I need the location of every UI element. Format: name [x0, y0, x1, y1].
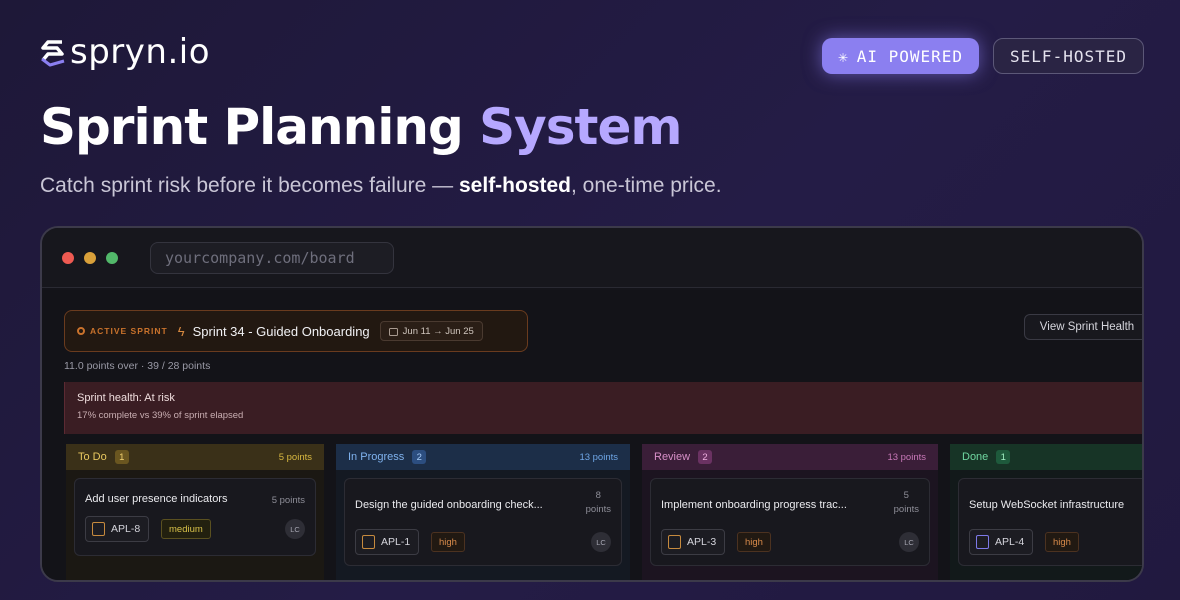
- task-card[interactable]: Design the guided onboarding check... 8 p…: [344, 478, 622, 566]
- story-icon: [362, 535, 375, 549]
- done-check-icon: [976, 535, 989, 549]
- health-title: Sprint health: At risk: [77, 392, 175, 404]
- maximize-dot-icon[interactable]: [106, 251, 118, 264]
- column-in-progress: In Progress 2 13 points Design the guide…: [336, 444, 630, 580]
- points-over-text: 11.0 points over · 39 / 28 points: [64, 360, 211, 372]
- active-sprint-label: ACTIVE SPRINT: [77, 326, 168, 336]
- column-count: 2: [412, 450, 427, 464]
- priority-badge: high: [431, 532, 465, 552]
- card-key[interactable]: APL-8: [85, 516, 150, 542]
- active-sprint-bar[interactable]: ACTIVE SPRINT ϟ Sprint 34 - Guided Onboa…: [64, 310, 528, 352]
- sprint-health-alert: Sprint health: At risk 17% complete vs 3…: [64, 382, 1142, 434]
- title-accent: System: [479, 98, 682, 156]
- column-header-done: Done 1: [950, 444, 1142, 470]
- minimize-dot-icon[interactable]: [84, 251, 96, 264]
- subtitle-bold: self-hosted: [459, 174, 572, 197]
- priority-badge: high: [737, 532, 771, 552]
- column-header-in-progress: In Progress 2 13 points: [336, 444, 630, 470]
- close-dot-icon[interactable]: [62, 251, 74, 264]
- page-title: Sprint Planning System: [40, 98, 682, 156]
- column-count: 1: [996, 450, 1011, 464]
- card-points-num: 8: [595, 490, 601, 501]
- column-todo: To Do 1 5 points Add user presence indic…: [66, 444, 324, 580]
- card-key[interactable]: APL-3: [661, 529, 726, 555]
- avatar[interactable]: LC: [591, 532, 611, 552]
- column-points: 13 points: [887, 451, 926, 463]
- column-title: In Progress: [348, 451, 405, 463]
- sprint-dates: Jun 11 → Jun 25: [379, 321, 483, 341]
- title-main: Sprint Planning: [40, 98, 464, 156]
- column-done: Done 1 Setup WebSocket infrastructure AP…: [950, 444, 1142, 580]
- column-points: 13 points: [579, 451, 618, 463]
- column-title: Done: [962, 451, 989, 463]
- avatar[interactable]: LC: [285, 519, 305, 539]
- card-points-num: 5: [903, 490, 909, 501]
- priority-badge: high: [1045, 532, 1079, 552]
- browser-window: yourcompany.com/board ACTIVE SPRINT ϟ Sp…: [40, 226, 1144, 582]
- subtitle-pre: Catch sprint risk before it becomes fail…: [40, 174, 459, 197]
- column-title: Review: [654, 451, 691, 463]
- board-app: ACTIVE SPRINT ϟ Sprint 34 - Guided Onboa…: [42, 290, 1142, 580]
- story-icon: [92, 522, 105, 536]
- card-title: Setup WebSocket infrastructure: [969, 499, 1125, 511]
- ai-powered-badge: ✳ AI POWERED: [822, 38, 980, 74]
- card-key-text: APL-3: [687, 536, 717, 548]
- card-title: Implement onboarding progress trac...: [661, 499, 847, 511]
- page-subtitle: Catch sprint risk before it becomes fail…: [40, 174, 722, 198]
- card-points-unit: points: [893, 504, 919, 515]
- card-key[interactable]: APL-1: [355, 529, 420, 555]
- column-header-review: Review 2 13 points: [642, 444, 938, 470]
- column-count: 1: [114, 450, 129, 464]
- card-points: 5 points: [894, 489, 919, 517]
- column-points: 5 points: [278, 451, 312, 463]
- ai-powered-label: AI POWERED: [856, 46, 964, 66]
- subtitle-post: , one-time price.: [571, 174, 722, 197]
- calendar-icon: [388, 327, 398, 336]
- header-badges: ✳ AI POWERED SELF-HOSTED: [822, 38, 1144, 74]
- task-card[interactable]: Add user presence indicators 5 points AP…: [74, 478, 316, 556]
- active-sprint-text: ACTIVE SPRINT: [90, 326, 168, 336]
- priority-badge: medium: [161, 519, 211, 539]
- spryn-logo-icon: [41, 40, 65, 67]
- brand-name: spryn.io: [70, 32, 210, 72]
- card-key-text: APL-8: [111, 523, 141, 535]
- column-review: Review 2 13 points Implement onboarding …: [642, 444, 938, 580]
- card-key-text: APL-4: [995, 536, 1025, 548]
- card-points-unit: points: [585, 504, 611, 515]
- card-title: Design the guided onboarding check...: [355, 499, 543, 511]
- card-key-text: APL-1: [381, 536, 411, 548]
- view-sprint-health-button[interactable]: View Sprint Health: [1024, 314, 1142, 340]
- self-hosted-label: SELF-HOSTED: [1010, 46, 1127, 66]
- task-card[interactable]: Setup WebSocket infrastructure APL-4 hig…: [958, 478, 1142, 566]
- card-points: 8 points: [586, 489, 611, 517]
- column-title: To Do: [78, 451, 107, 463]
- story-icon: [668, 535, 681, 549]
- self-hosted-badge: SELF-HOSTED: [993, 38, 1144, 74]
- brand-logo[interactable]: spryn.io: [40, 32, 210, 72]
- browser-titlebar: yourcompany.com/board: [42, 228, 1142, 288]
- bolt-icon: ϟ: [177, 323, 185, 339]
- column-count: 2: [698, 450, 713, 464]
- status-ring-icon: [77, 327, 85, 335]
- avatar[interactable]: LC: [899, 532, 919, 552]
- health-subtitle: 17% complete vs 39% of sprint elapsed: [77, 410, 244, 421]
- url-bar[interactable]: yourcompany.com/board: [150, 241, 394, 274]
- task-card[interactable]: Implement onboarding progress trac... 5 p…: [650, 478, 930, 566]
- card-key[interactable]: APL-4: [969, 529, 1034, 555]
- sprint-dates-text: Jun 11 → Jun 25: [402, 325, 474, 337]
- sparkle-icon: ✳: [838, 46, 849, 66]
- column-header-todo: To Do 1 5 points: [66, 444, 324, 470]
- sprint-name: Sprint 34 - Guided Onboarding: [192, 323, 370, 339]
- card-points: 5 points: [271, 495, 305, 506]
- card-title: Add user presence indicators: [85, 493, 228, 505]
